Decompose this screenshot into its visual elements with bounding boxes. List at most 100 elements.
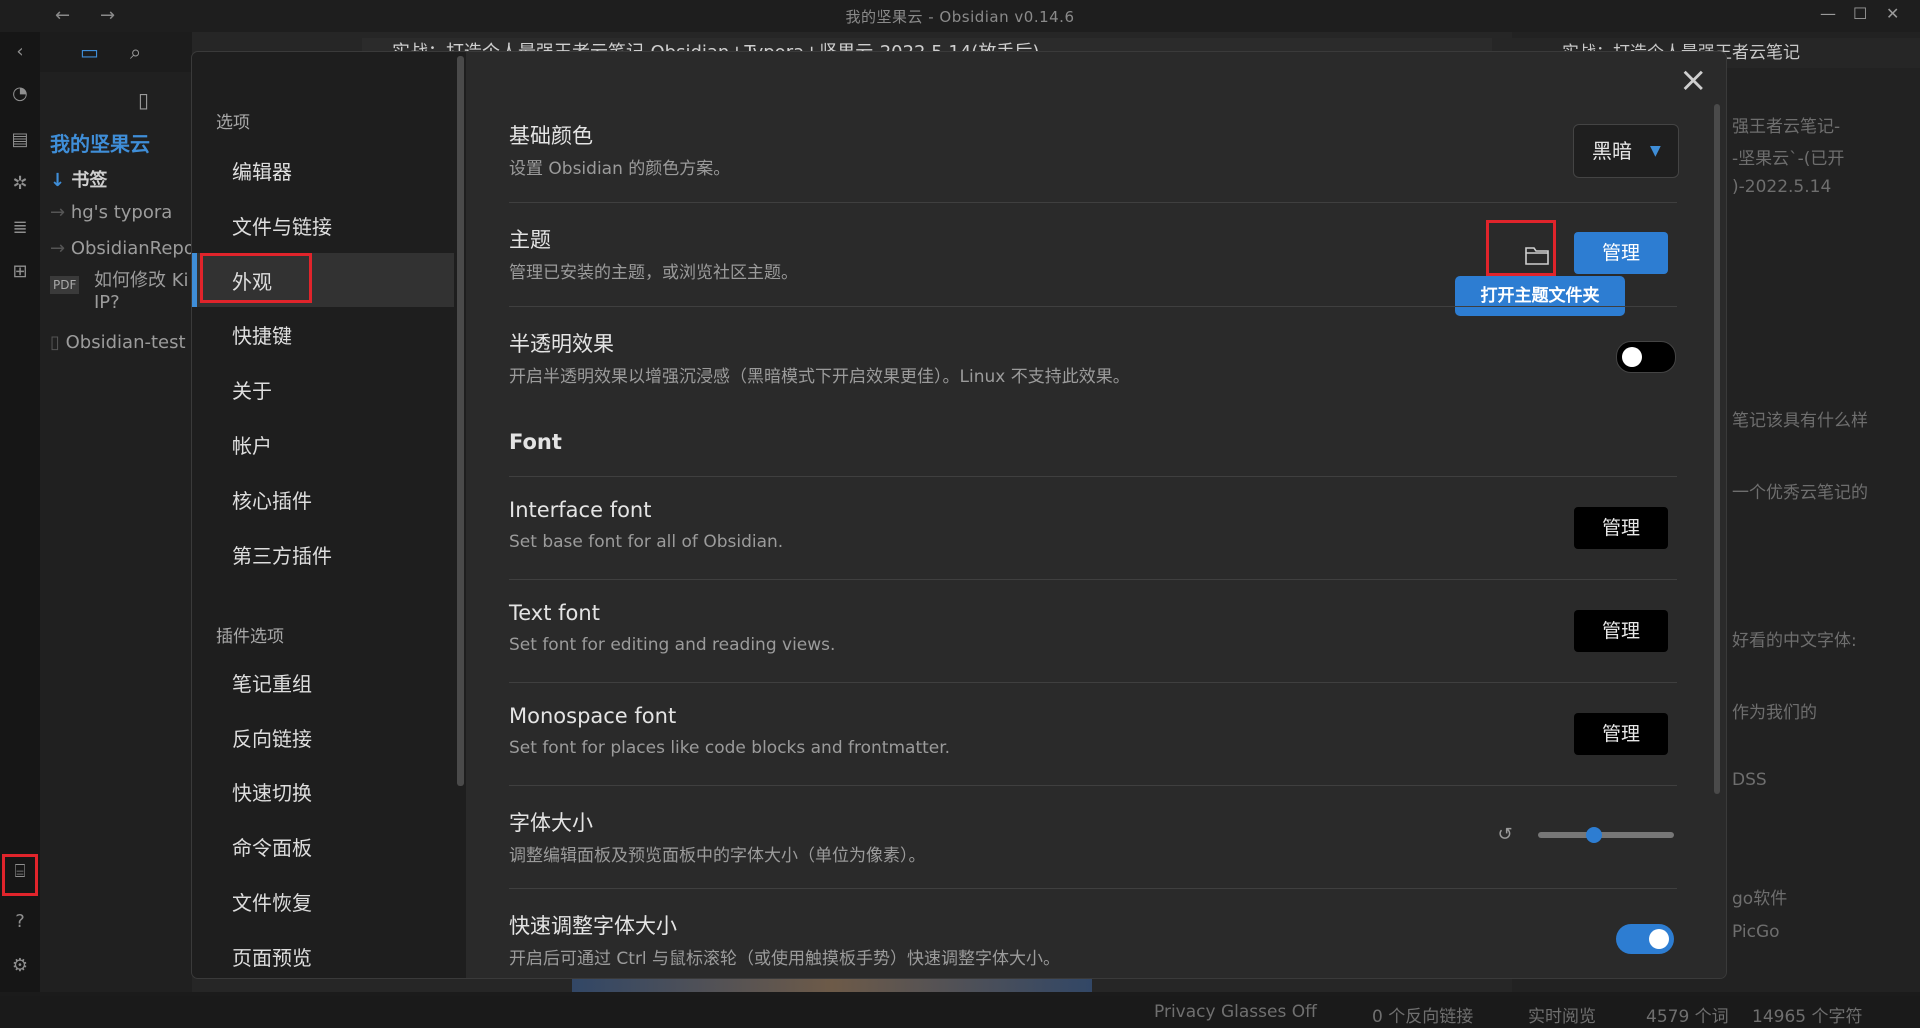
privacy-status[interactable]: Privacy Glasses Off: [1154, 1002, 1317, 1022]
toggle-knob: [1649, 929, 1669, 949]
divider: [509, 202, 1677, 203]
theme-manage-button[interactable]: 管理: [1574, 232, 1668, 274]
right-pane-line: 好看的中文字体:: [1732, 631, 1857, 651]
left-ribbon: ‹ ◔ ▤ ✲ ≣ ⊞ ⌸ ? ⚙: [0, 32, 40, 992]
setting-name: 快速调整字体大小: [509, 914, 677, 938]
right-pane-line: 一个优秀云笔记的: [1732, 483, 1868, 503]
setting-name: 字体大小: [509, 811, 593, 835]
nav-item-core-plugins[interactable]: 核心插件: [232, 485, 312, 514]
setting-quick-font-size: 快速调整字体大小 开启后可通过 Ctrl 与鼠标滚轮（或使用触摸板手势）快速调整…: [509, 910, 1677, 978]
setting-name: 主题: [509, 228, 551, 252]
translucency-toggle[interactable]: [1616, 341, 1676, 373]
setting-desc: Set base font for all of Obsidian.: [509, 532, 784, 552]
plugin-options-heading: 插件选项: [216, 627, 284, 647]
setting-interface-font: Interface font Set base font for all of …: [509, 498, 1677, 568]
font-size-slider[interactable]: [1538, 832, 1674, 838]
close-icon[interactable]: ×: [1679, 63, 1708, 97]
collapse-icon[interactable]: ‹: [8, 40, 32, 64]
right-pane-line: 笔记该具有什么样: [1732, 411, 1868, 431]
setting-name: 半透明效果: [509, 332, 614, 356]
setting-name: Text font: [509, 601, 600, 625]
minimize-icon[interactable]: —: [1820, 4, 1836, 23]
vault-name[interactable]: 我的坚果云: [50, 128, 150, 157]
quick-font-size-toggle[interactable]: [1616, 924, 1674, 954]
window-title: 我的坚果云 - Obsidian v0.14.6: [845, 8, 1075, 26]
note-icon[interactable]: ▤: [8, 128, 32, 152]
list-item[interactable]: ▯ Obsidian-test: [50, 332, 186, 353]
chevron-down-icon: ▼: [1650, 143, 1661, 159]
templates-icon[interactable]: ≣: [8, 216, 32, 240]
dropdown-value: 黑暗: [1592, 139, 1632, 163]
nav-item-account[interactable]: 帐户: [232, 430, 272, 459]
edit-mode[interactable]: 实时阅览: [1528, 1002, 1596, 1027]
right-pane-line: 作为我们的: [1732, 703, 1817, 723]
list-item[interactable]: → ObsidianRepo: [50, 238, 192, 259]
nav-active-indicator: [192, 253, 197, 307]
setting-desc: Set font for editing and reading views.: [509, 635, 836, 655]
char-count: 14965 个字符: [1752, 1007, 1863, 1027]
setting-name: Interface font: [509, 498, 652, 522]
interface-font-manage-button[interactable]: 管理: [1574, 507, 1668, 549]
file-explorer: ▭ ⌕ ▯ 我的坚果云 ↓ 书签 → hg's typora → Obsidia…: [40, 32, 192, 992]
settings-modal: 选项 编辑器 文件与链接 外观 快捷键 关于 帐户 核心插件 第三方插件 插件选…: [192, 52, 1726, 978]
text-font-manage-button[interactable]: 管理: [1574, 610, 1668, 652]
status-bar: Privacy Glasses Off 0 个反向链接 实时阅览 4579 个词…: [0, 996, 1920, 1028]
nav-item-command-palette[interactable]: 命令面板: [232, 832, 312, 861]
folder-tab-icon[interactable]: ▭: [80, 40, 99, 64]
divider: [509, 476, 1677, 477]
graph-icon[interactable]: ✲: [8, 172, 32, 196]
base-color-dropdown[interactable]: 黑暗 ▼: [1573, 124, 1679, 178]
search-tab-icon[interactable]: ⌕: [130, 40, 141, 64]
settings-gear-icon[interactable]: ⚙: [8, 954, 32, 978]
title-bar: ← → 我的坚果云 - Obsidian v0.14.6 — ☐ ✕: [0, 0, 1920, 32]
nav-item-backlinks[interactable]: 反向链接: [232, 723, 312, 752]
backlinks-count[interactable]: 0 个反向链接: [1372, 1002, 1473, 1027]
right-pane-line: -坚果云`-(已开: [1732, 149, 1845, 169]
divider: [509, 579, 1677, 580]
nav-item-note-composer[interactable]: 笔记重组: [232, 668, 312, 697]
folder-icon-highlight: [1486, 220, 1556, 276]
right-pane-line: )-2022.5.14: [1732, 177, 1832, 197]
setting-desc: 调整编辑面板及预览面板中的字体大小（单位为像素）。: [509, 846, 926, 866]
reset-icon[interactable]: ↺: [1494, 824, 1516, 846]
toggle-knob: [1622, 347, 1642, 367]
nav-item-hotkeys[interactable]: 快捷键: [232, 320, 292, 349]
font-size-slider-thumb[interactable]: [1585, 827, 1602, 843]
setting-base-color: 基础颜色 设置 Obsidian 的颜色方案。: [509, 120, 1677, 190]
plugins-icon[interactable]: ⊞: [8, 260, 32, 284]
divider: [509, 682, 1677, 683]
nav-scrollbar[interactable]: [457, 56, 464, 786]
nav-item-editor[interactable]: 编辑器: [232, 156, 292, 185]
vault-icon-highlight: [2, 854, 38, 896]
list-item[interactable]: → hg's typora: [50, 202, 172, 223]
setting-monospace-font: Monospace font Set font for places like …: [509, 704, 1677, 774]
right-pane-line: go软件: [1732, 889, 1788, 909]
list-item[interactable]: ↓ 书签: [50, 166, 107, 192]
nav-item-about[interactable]: 关于: [232, 375, 272, 404]
list-item[interactable]: 如何修改 Ki IP?: [94, 270, 192, 314]
maximize-icon[interactable]: ☐: [1853, 4, 1867, 23]
setting-name: Monospace font: [509, 704, 677, 728]
options-heading: 选项: [216, 113, 250, 133]
help-icon[interactable]: ?: [8, 910, 32, 934]
nav-item-files-links[interactable]: 文件与链接: [232, 211, 332, 240]
close-window-icon[interactable]: ✕: [1886, 4, 1899, 23]
appearance-highlight: [200, 253, 312, 303]
glasses-icon[interactable]: ◔: [8, 82, 32, 106]
right-pane-line: 强王者云笔记-: [1732, 117, 1841, 137]
open-theme-folder-tooltip: 打开主题文件夹: [1455, 276, 1625, 316]
right-pane-line: PicGo: [1732, 922, 1780, 942]
pdf-badge: PDF: [50, 276, 80, 294]
setting-desc: 开启半透明效果以增强沉浸感（黑暗模式下开启效果更佳）。Linux 不支持此效果。: [509, 367, 1130, 387]
new-note-icon[interactable]: ▯: [138, 88, 149, 112]
nav-item-file-recovery[interactable]: 文件恢复: [232, 887, 312, 916]
word-count: 4579 个词: [1646, 1007, 1729, 1027]
monospace-font-manage-button[interactable]: 管理: [1574, 713, 1668, 755]
settings-nav: 选项 编辑器 文件与链接 外观 快捷键 关于 帐户 核心插件 第三方插件 插件选…: [192, 52, 466, 978]
setting-desc: 设置 Obsidian 的颜色方案。: [509, 159, 731, 179]
content-scrollbar[interactable]: [1714, 104, 1720, 794]
setting-desc: Set font for places like code blocks and…: [509, 738, 951, 758]
nav-item-page-preview[interactable]: 页面预览: [232, 942, 312, 971]
nav-item-community-plugins[interactable]: 第三方插件: [232, 540, 332, 569]
nav-item-quick-switcher[interactable]: 快速切换: [232, 777, 312, 806]
